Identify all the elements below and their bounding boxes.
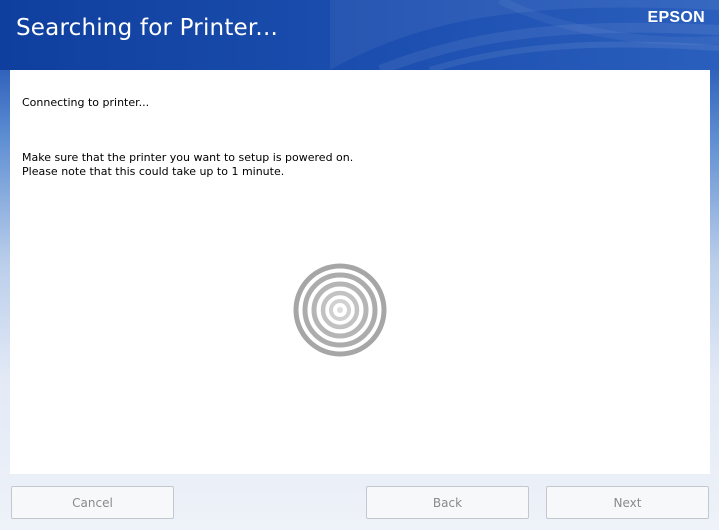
- searching-rings-icon: [293, 263, 387, 357]
- header-banner: Searching for Printer... EPSON: [0, 0, 719, 70]
- instruction-text: Make sure that the printer you want to s…: [22, 151, 353, 179]
- epson-logo: EPSON: [647, 9, 705, 26]
- next-button[interactable]: Next: [546, 486, 709, 519]
- content-panel: Connecting to printer... Make sure that …: [10, 70, 710, 474]
- status-text: Connecting to printer...: [22, 96, 150, 109]
- page-title: Searching for Printer...: [16, 15, 278, 41]
- cancel-button[interactable]: Cancel: [11, 486, 174, 519]
- instruction-line-2: Please note that this could take up to 1…: [22, 165, 285, 178]
- instruction-line-1: Make sure that the printer you want to s…: [22, 151, 354, 164]
- back-button[interactable]: Back: [366, 486, 529, 519]
